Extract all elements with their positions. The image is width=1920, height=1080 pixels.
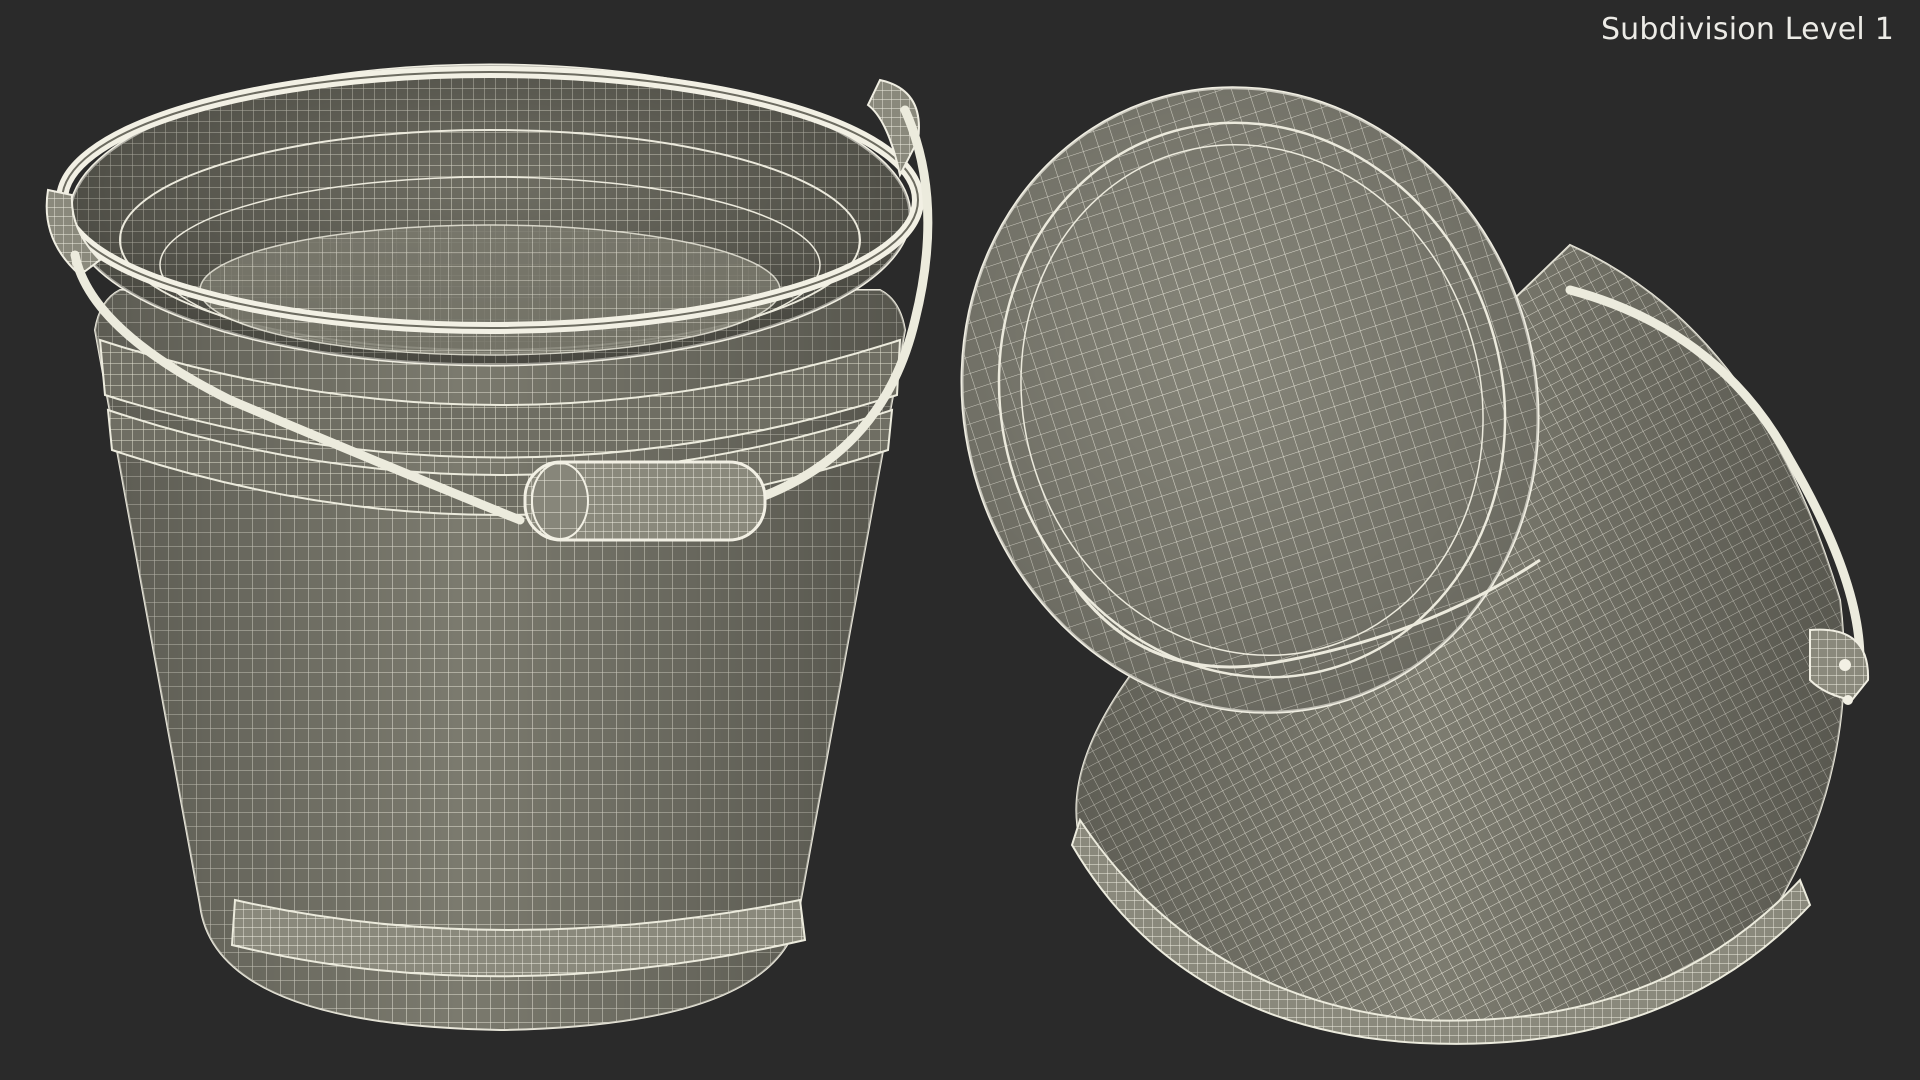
bucket-upright-handle-grip — [523, 460, 767, 542]
viewport[interactable]: Subdivision Level 1 — [0, 0, 1920, 1080]
bucket-upright[interactable] — [45, 63, 933, 1032]
subdivision-level-label: Subdivision Level 1 — [1600, 12, 1894, 47]
render-canvas — [45, 12, 1870, 1045]
bucket-tilted[interactable] — [882, 12, 1870, 1045]
